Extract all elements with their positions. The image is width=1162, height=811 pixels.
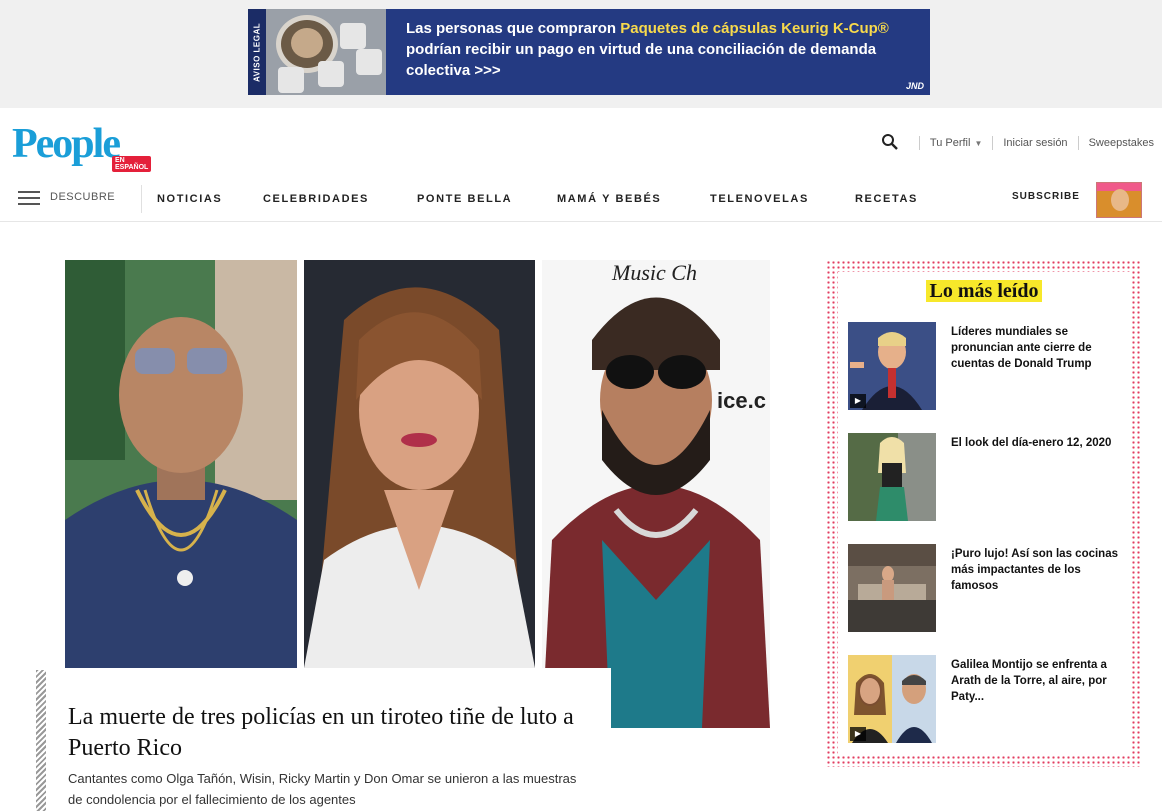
divider: [992, 136, 994, 150]
profile-label: Tu Perfil: [929, 137, 971, 149]
video-play-icon: ▶: [850, 394, 866, 408]
site-header: People EN ESPAÑOL Tu Perfil ▼ Iniciar ses…: [0, 108, 1162, 222]
most-read-title: Lo más leído: [904, 280, 1064, 303]
most-read-item-2[interactable]: El look del día-enero 12, 2020: [951, 435, 1121, 451]
kcup-pod: [340, 23, 366, 49]
ad-photo: AVISO LEGAL: [248, 9, 386, 95]
most-read-thumb-3[interactable]: [848, 544, 936, 632]
most-read-thumb-2[interactable]: [848, 433, 936, 521]
nav-item-mama-y-bebes[interactable]: MAMÁ Y BEBÉS: [557, 193, 661, 205]
hero-photo-wisin[interactable]: [65, 260, 297, 668]
menu-icon[interactable]: [18, 191, 40, 207]
most-read-thumb-4[interactable]: ▶: [848, 655, 936, 743]
divider: [1077, 136, 1079, 150]
login-link[interactable]: Iniciar sesión: [1003, 137, 1067, 149]
discover-menu[interactable]: DESCUBRE: [50, 191, 115, 203]
people-logo[interactable]: People EN ESPAÑOL: [12, 120, 152, 172]
hero-summary: Cantantes como Olga Tañón, Wisin, Ricky …: [68, 771, 577, 807]
keurig-ad-banner[interactable]: AVISO LEGAL Las personas que compraron P…: [248, 9, 930, 95]
logo-badge: EN ESPAÑOL: [112, 156, 152, 172]
most-read-thumb-1[interactable]: ▶: [848, 322, 936, 410]
divider: [141, 185, 142, 213]
hero-photo-arcangel[interactable]: Music Ch ice.c: [542, 260, 770, 728]
kcup-pod: [278, 67, 304, 93]
decorative-stripe: [36, 670, 46, 811]
profile-menu[interactable]: Tu Perfil ▼: [930, 137, 982, 149]
ad-text-before: Las personas que compraron: [406, 20, 621, 37]
magazine-cover-thumbnail[interactable]: [1096, 182, 1142, 218]
nav-item-celebridades[interactable]: CELEBRIDADES: [263, 193, 369, 205]
nav-item-noticias[interactable]: NOTICIAS: [157, 193, 222, 205]
subscribe-link[interactable]: SUBSCRIBE: [1012, 191, 1080, 202]
chevron-down-icon: ▼: [974, 139, 983, 148]
nav-item-ponte-bella[interactable]: PONTE BELLA: [417, 193, 512, 205]
ad-text-highlight: Paquetes de cápsulas Keurig K-Cup®: [620, 20, 889, 37]
nav-item-recetas[interactable]: RECETAS: [855, 193, 918, 205]
main-nav: DESCUBRE NOTICIAS CELEBRIDADES PONTE BEL…: [0, 182, 1162, 222]
ad-brand-logo: JND: [905, 81, 924, 91]
ad-message[interactable]: Las personas que compraron Paquetes de c…: [406, 18, 906, 81]
ad-legal-tag: AVISO LEGAL: [248, 9, 266, 95]
hero-photo-olga-tanon[interactable]: [304, 260, 535, 668]
sweepstakes-link[interactable]: Sweepstakes: [1089, 137, 1154, 149]
utility-bar: Tu Perfil ▼ Iniciar sesión Sweepstakes: [881, 133, 1154, 153]
kcup-pod: [356, 49, 382, 75]
most-read-item-3[interactable]: ¡Puro lujo! Así son las cocinas más impa…: [951, 546, 1121, 594]
nav-item-telenovelas[interactable]: TELENOVELAS: [710, 193, 809, 205]
search-icon[interactable]: [881, 133, 901, 153]
divider: [918, 136, 920, 150]
ad-text-after: podrían recibir un pago en virtud de una…: [406, 41, 877, 79]
kcup-pod: [318, 61, 344, 87]
most-read-item-1[interactable]: Líderes mundiales se pronuncian ante cie…: [951, 324, 1121, 372]
most-read-item-4[interactable]: Galilea Montijo se enfrenta a Arath de l…: [951, 657, 1121, 705]
ad-strip: AVISO LEGAL Las personas que compraron P…: [0, 0, 1162, 108]
backdrop-text: Music Ch: [611, 260, 697, 285]
video-play-icon: ▶: [850, 727, 866, 741]
logo-text: People: [12, 121, 121, 167]
hero-headline[interactable]: La muerte de tres policías en un tiroteo…: [68, 702, 588, 764]
backdrop-text-2: ice.c: [717, 388, 766, 413]
